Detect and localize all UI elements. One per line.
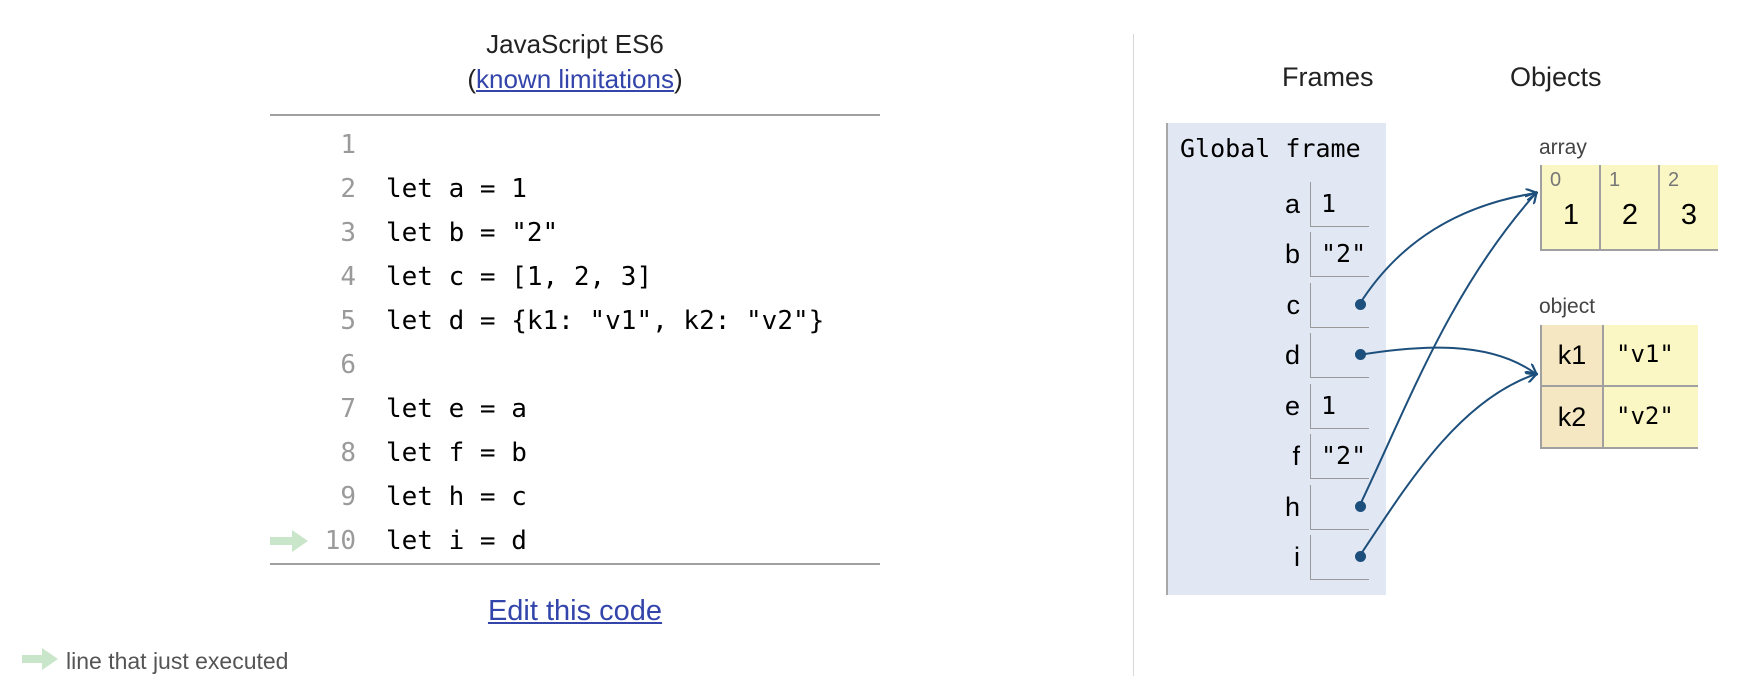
pointer-c-to-array: [1358, 193, 1536, 306]
pointer-h-to-array: [1358, 193, 1536, 508]
pointer-i-to-object: [1358, 374, 1536, 558]
pointer-d-to-object: [1358, 346, 1536, 374]
pointer-arrows: [1358, 0, 1748, 558]
